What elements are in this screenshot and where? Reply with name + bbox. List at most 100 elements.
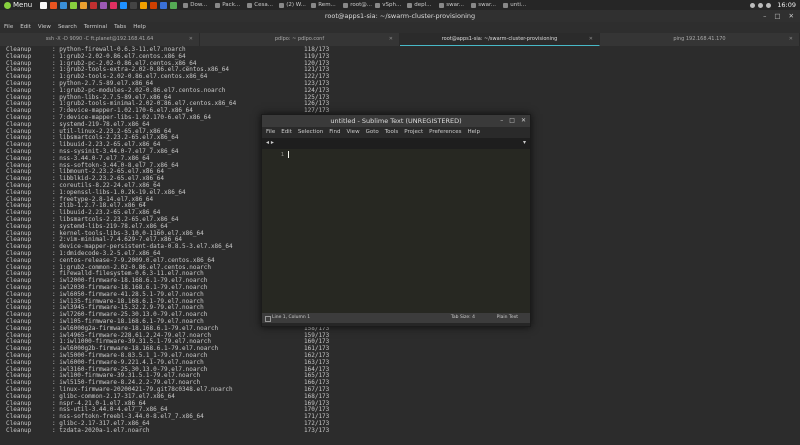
app-icon	[311, 2, 317, 8]
tab-label: root@apps1-sia: ~/swarm-cluster-provisio…	[441, 36, 558, 42]
line-action: Cleanup	[6, 426, 32, 434]
taskbar-item[interactable]: depl...	[407, 2, 437, 8]
sublime-menu-file[interactable]: File	[266, 127, 275, 138]
app-icon	[471, 2, 477, 8]
line-progress: 173/173	[304, 426, 330, 434]
launcher-bar	[40, 1, 178, 9]
menu-label: Menu	[13, 1, 33, 9]
menu-item-search[interactable]: Search	[58, 22, 77, 33]
menu-button[interactable]: Menu	[0, 1, 36, 9]
close-icon[interactable]: ✕	[521, 115, 526, 127]
tab-close-icon[interactable]: ✕	[589, 33, 593, 46]
launcher-icon[interactable]	[70, 1, 78, 9]
taskbar-item[interactable]: swar...	[471, 2, 501, 8]
taskbar-item[interactable]: swar...	[439, 2, 469, 8]
app-icon	[279, 2, 285, 8]
tab-close-icon[interactable]: ✕	[389, 33, 393, 46]
launcher-icon[interactable]	[110, 1, 118, 9]
sublime-menu-edit[interactable]: Edit	[281, 127, 292, 138]
taskbar-item-label: root@...	[350, 2, 373, 8]
minimize-icon[interactable]: –	[763, 10, 766, 22]
launcher-icon[interactable]	[100, 1, 108, 9]
sublime-menu-project[interactable]: Project	[404, 127, 423, 138]
tab-close-icon[interactable]: ✕	[189, 33, 193, 46]
launcher-icon[interactable]	[140, 1, 148, 9]
line-package: : tzdata-2020a-1.el7.noarch	[52, 426, 150, 434]
menu-item-tabs[interactable]: Tabs	[114, 22, 126, 33]
launcher-icon[interactable]	[120, 1, 128, 9]
taskbar-item-label: Pack...	[222, 2, 241, 8]
launcher-icon[interactable]	[160, 1, 168, 9]
sublime-tabbar: ◂ ▸ ▾	[262, 138, 530, 149]
menu-item-file[interactable]: File	[4, 22, 13, 33]
sublime-menu-help[interactable]: Help	[467, 127, 480, 138]
terminal-tab[interactable]: pdlpo: ~ pdlpo.conf ✕	[200, 33, 400, 46]
sublime-menu-goto[interactable]: Goto	[366, 127, 379, 138]
taskbar-item[interactable]: vSph...	[375, 2, 405, 8]
volume-icon[interactable]	[758, 2, 764, 8]
taskbar-item-label: unti...	[510, 2, 527, 8]
app-icon	[439, 2, 445, 8]
app-icon	[503, 2, 509, 8]
battery-icon[interactable]	[766, 2, 772, 8]
terminal-title: root@apps1-sia: ~/swarm-cluster-provisio…	[324, 12, 476, 20]
sublime-menu-selection[interactable]: Selection	[298, 127, 323, 138]
taskbar-item[interactable]: Dow...	[183, 2, 213, 8]
clock[interactable]: 16:09	[777, 1, 796, 9]
tab-dropdown-icon[interactable]: ▾	[523, 139, 526, 146]
maximize-icon[interactable]: □	[774, 10, 780, 22]
taskbar-item[interactable]: Cesa...	[247, 2, 277, 8]
taskbar-item-label: swar...	[478, 2, 496, 8]
network-icon[interactable]	[750, 2, 756, 8]
taskbar-item[interactable]: unti...	[503, 2, 533, 8]
menu-item-view[interactable]: View	[38, 22, 51, 33]
maximize-icon[interactable]: □	[509, 115, 515, 127]
terminal-titlebar: root@apps1-sia: ~/swarm-cluster-provisio…	[0, 10, 800, 22]
launcher-icon[interactable]	[60, 1, 68, 9]
launcher-icon[interactable]	[80, 1, 88, 9]
terminal-menubar: File Edit View Search Terminal Tabs Help	[0, 22, 800, 33]
tab-nav-arrows-icon[interactable]: ◂ ▸	[266, 139, 274, 146]
taskbar-item[interactable]: Pack...	[215, 2, 245, 8]
terminal-tab[interactable]: ssh -X -D 9090 -C ft.planet@192.168.41.6…	[0, 33, 200, 46]
tab-close-icon[interactable]: ✕	[789, 33, 793, 46]
taskbar-item[interactable]: root@...	[343, 2, 373, 8]
app-icon	[407, 2, 413, 8]
sublime-window: untitled - Sublime Text (UNREGISTERED) –…	[261, 114, 531, 327]
sublime-menu-tools[interactable]: Tools	[385, 127, 399, 138]
taskbar-item[interactable]: (2) W...	[279, 2, 309, 8]
launcher-icon[interactable]	[40, 1, 48, 9]
menu-item-help[interactable]: Help	[133, 22, 146, 33]
minimize-icon[interactable]: –	[500, 115, 503, 127]
menu-item-edit[interactable]: Edit	[20, 22, 31, 33]
taskbar-item-label: Rem...	[318, 2, 336, 8]
launcher-icon[interactable]	[130, 1, 138, 9]
close-icon[interactable]: ✕	[789, 10, 794, 22]
taskbar-item[interactable]: Rem...	[311, 2, 341, 8]
terminal-line: Cleanup : tzdata-2020a-1.el7.noarch 173/17…	[6, 426, 330, 435]
syntax-selector[interactable]: Plain Text	[497, 313, 518, 323]
app-icon	[183, 2, 189, 8]
sublime-title: untitled - Sublime Text (UNREGISTERED)	[330, 117, 462, 125]
launcher-icon[interactable]	[150, 1, 158, 9]
app-icon	[343, 2, 349, 8]
sublime-menu-preferences[interactable]: Preferences	[429, 127, 461, 138]
editor-area[interactable]: 1	[262, 149, 530, 313]
launcher-icon[interactable]	[90, 1, 98, 9]
panel-toggle-icon[interactable]	[265, 316, 271, 322]
launcher-icon[interactable]	[170, 1, 178, 9]
launcher-icon[interactable]	[50, 1, 58, 9]
terminal-tab[interactable]: root@apps1-sia: ~/swarm-cluster-provisio…	[400, 33, 600, 46]
tab-size-selector[interactable]: Tab Size: 4	[451, 313, 475, 323]
tab-label: ssh -X -D 9090 -C ft.planet@192.168.41.6…	[45, 36, 154, 42]
sublime-menu-view[interactable]: View	[347, 127, 360, 138]
taskbar-item-label: depl...	[414, 2, 432, 8]
cursor-position: Line 1, Column 1	[272, 315, 311, 320]
top-panel: Menu Dow... Pack... Cesa... (2) W... Rem... r…	[0, 0, 800, 10]
taskbar-item-label: swar...	[446, 2, 464, 8]
terminal-tab[interactable]: ping 192.168.41.170 ✕	[600, 33, 800, 46]
status-bar: Line 1, Column 1 Tab Size: 4 Plain Text	[262, 313, 530, 323]
sublime-menu-find[interactable]: Find	[329, 127, 340, 138]
sublime-titlebar: untitled - Sublime Text (UNREGISTERED) –…	[262, 115, 530, 127]
menu-item-terminal[interactable]: Terminal	[84, 22, 107, 33]
